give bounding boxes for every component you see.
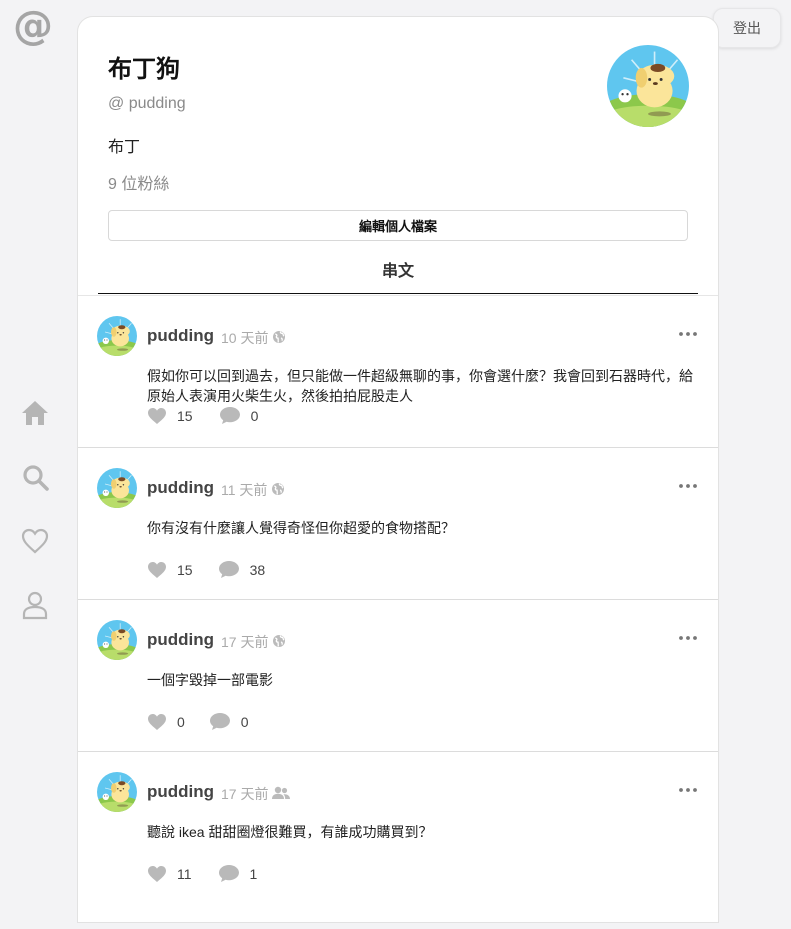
post-list: pudding 10 天前 假如你可以回到過去，但只能做一件超級無聊的事，你會選… (78, 295, 718, 903)
like-button[interactable]: 15 (147, 407, 193, 425)
globe-icon (273, 330, 286, 343)
post-username[interactable]: pudding (147, 782, 214, 802)
more-icon (679, 788, 697, 792)
like-button[interactable]: 15 (147, 561, 193, 579)
edit-profile-button[interactable]: 編輯個人檔案 (108, 210, 688, 241)
side-navigation (18, 396, 52, 652)
heart-icon (148, 407, 166, 424)
svg-text:@: @ (13, 6, 53, 48)
post-time: 10 天前 (221, 330, 269, 346)
like-button[interactable]: 0 (147, 713, 185, 731)
comment-count: 0 (250, 407, 259, 424)
comment-icon (218, 561, 239, 578)
more-options-button[interactable] (678, 782, 698, 798)
post-username[interactable]: pudding (147, 478, 214, 498)
comment-count: 1 (249, 865, 258, 882)
home-icon (22, 401, 48, 425)
nav-home[interactable] (18, 396, 52, 430)
comment-button[interactable]: 38 (218, 560, 266, 579)
post-item: pudding 10 天前 假如你可以回到過去，但只能做一件超級無聊的事，你會選… (78, 295, 718, 447)
post-actions: 0 0 (147, 712, 249, 731)
more-icon (679, 484, 697, 488)
post-item: pudding 17 天前 聽說 ikea 甜甜圈燈很難買，有誰成功購買到？ 1… (78, 751, 718, 903)
nav-profile[interactable] (18, 588, 52, 622)
comment-button[interactable]: 0 (219, 406, 259, 425)
post-avatar[interactable] (97, 468, 137, 508)
profile-card: 布丁狗 @ pudding 布丁 9 位粉絲 編輯個人檔案 串文 pudding… (77, 16, 719, 923)
profile-name: 布丁狗 (108, 56, 180, 83)
comment-button[interactable]: 0 (209, 712, 249, 731)
post-time: 17 天前 (221, 634, 269, 650)
search-icon (23, 465, 49, 491)
post-meta: 11 天前 (221, 480, 285, 500)
profile-bio: 布丁 (108, 139, 141, 156)
heart-icon (21, 528, 49, 554)
post-username[interactable]: pudding (147, 630, 214, 650)
comment-button[interactable]: 1 (218, 864, 258, 883)
heart-icon (148, 865, 166, 882)
comment-icon (209, 713, 230, 730)
profile-header: 布丁狗 @ pudding 布丁 9 位粉絲 編輯個人檔案 串文 (78, 17, 718, 295)
post-time: 11 天前 (221, 482, 268, 498)
post-text: 你有沒有什麼讓人覺得奇怪但你超愛的食物搭配？ (147, 520, 455, 536)
post-actions: 11 1 (147, 864, 257, 883)
globe-icon (273, 634, 286, 647)
comment-icon (218, 865, 239, 882)
comment-icon (219, 407, 240, 424)
like-count: 15 (177, 407, 193, 424)
like-count: 15 (177, 561, 193, 578)
more-icon (679, 332, 697, 336)
more-options-button[interactable] (678, 630, 698, 646)
post-username[interactable]: pudding (147, 326, 214, 346)
globe-icon (272, 482, 285, 495)
user-icon (22, 591, 48, 620)
like-count: 0 (177, 713, 185, 730)
logout-button[interactable]: 登出 (713, 8, 781, 48)
post-meta: 10 天前 (221, 328, 286, 348)
more-options-button[interactable] (678, 326, 698, 342)
post-avatar[interactable] (97, 772, 137, 812)
post-text: 聽說 ikea 甜甜圈燈很難買，有誰成功購買到？ (147, 824, 433, 840)
post-text: 一個字毀掉一部電影 (147, 672, 273, 688)
nav-search[interactable] (18, 460, 52, 494)
post-text: 假如你可以回到過去，但只能做一件超級無聊的事，你會選什麼？我會回到石器時代，給原… (147, 368, 693, 404)
heart-icon (148, 561, 166, 578)
profile-handle: @ pudding (108, 95, 186, 112)
more-icon (679, 636, 697, 640)
more-options-button[interactable] (678, 478, 698, 494)
friends-icon (272, 786, 291, 799)
tab-threads[interactable]: 串文 (98, 260, 698, 294)
comment-count: 38 (249, 561, 266, 578)
app-logo[interactable]: @ (12, 3, 54, 49)
post-time: 17 天前 (221, 786, 269, 802)
post-actions: 15 38 (147, 560, 265, 579)
like-count: 11 (177, 865, 192, 882)
comment-count: 0 (240, 713, 249, 730)
heart-icon (148, 713, 166, 730)
post-item: pudding 17 天前 一個字毀掉一部電影 0 0 (78, 599, 718, 751)
post-meta: 17 天前 (221, 632, 286, 652)
post-meta: 17 天前 (221, 784, 291, 804)
post-actions: 15 0 (147, 406, 258, 425)
post-avatar[interactable] (97, 316, 137, 356)
profile-avatar[interactable] (607, 45, 689, 127)
post-avatar[interactable] (97, 620, 137, 660)
followers-count[interactable]: 9 位粉絲 (108, 170, 169, 194)
post-item: pudding 11 天前 你有沒有什麼讓人覺得奇怪但你超愛的食物搭配？ 15 (78, 447, 718, 599)
like-button[interactable]: 11 (147, 865, 192, 883)
nav-activity[interactable] (18, 524, 52, 558)
